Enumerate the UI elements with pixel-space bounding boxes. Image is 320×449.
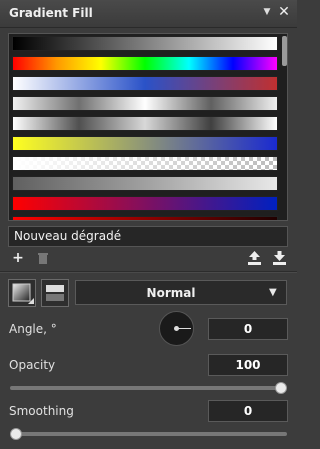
gradient-swatch-red-dark[interactable]	[12, 216, 278, 220]
panel-title: Gradient Fill	[9, 6, 93, 20]
gradient-name-field[interactable]: Nouveau dégradé	[8, 226, 288, 247]
angle-dial-center	[174, 326, 179, 331]
gradient-swatch-blue-red[interactable]	[12, 76, 278, 91]
gradient-swatch-red-blue[interactable]	[12, 196, 278, 211]
opacity-label: Opacity	[9, 358, 56, 372]
smoothing-slider-thumb[interactable]	[10, 428, 22, 440]
gradient-square-icon	[12, 283, 34, 304]
fill-mode-button[interactable]	[8, 279, 36, 307]
smoothing-input[interactable]: 0	[208, 400, 288, 422]
linear-gradient-icon	[46, 285, 64, 301]
angle-dial[interactable]	[159, 311, 194, 346]
export-icon[interactable]	[247, 251, 261, 265]
angle-input[interactable]: 0	[208, 318, 288, 340]
opacity-input[interactable]: 100	[208, 354, 288, 376]
chevron-down-icon[interactable]: ▼	[260, 7, 274, 19]
close-icon[interactable]: ✕	[276, 4, 292, 20]
gradient-swatch-black-white[interactable]	[12, 36, 278, 51]
chevron-down-icon: ▼	[269, 287, 277, 298]
panel-titlebar: Gradient Fill ▼ ✕	[0, 0, 297, 28]
gradient-swatch-rainbow[interactable]	[12, 56, 278, 71]
gradient-list[interactable]	[8, 33, 288, 221]
angle-label: Angle, °	[9, 322, 57, 336]
smoothing-label: Smoothing	[9, 404, 74, 418]
divider	[0, 272, 297, 273]
plus-icon[interactable]: +	[11, 251, 25, 265]
smoothing-slider-track[interactable]	[10, 432, 287, 436]
opacity-slider-thumb[interactable]	[275, 382, 287, 394]
trash-icon[interactable]	[36, 251, 50, 265]
list-scrollbar[interactable]	[282, 36, 287, 66]
gradient-swatch-chrome[interactable]	[12, 116, 278, 131]
gradient-swatch-yellow-blue[interactable]	[12, 136, 278, 151]
gradient-swatch-gray[interactable]	[12, 176, 278, 191]
import-icon[interactable]	[272, 251, 286, 265]
opacity-slider-track[interactable]	[10, 386, 287, 390]
blend-mode-select[interactable]: Normal ▼	[75, 280, 287, 305]
gradient-swatch-silver[interactable]	[12, 96, 278, 111]
gradient-type-button[interactable]	[41, 279, 69, 307]
blend-mode-value: Normal	[146, 286, 196, 300]
gradient-swatch-white-transparent[interactable]	[12, 156, 278, 171]
